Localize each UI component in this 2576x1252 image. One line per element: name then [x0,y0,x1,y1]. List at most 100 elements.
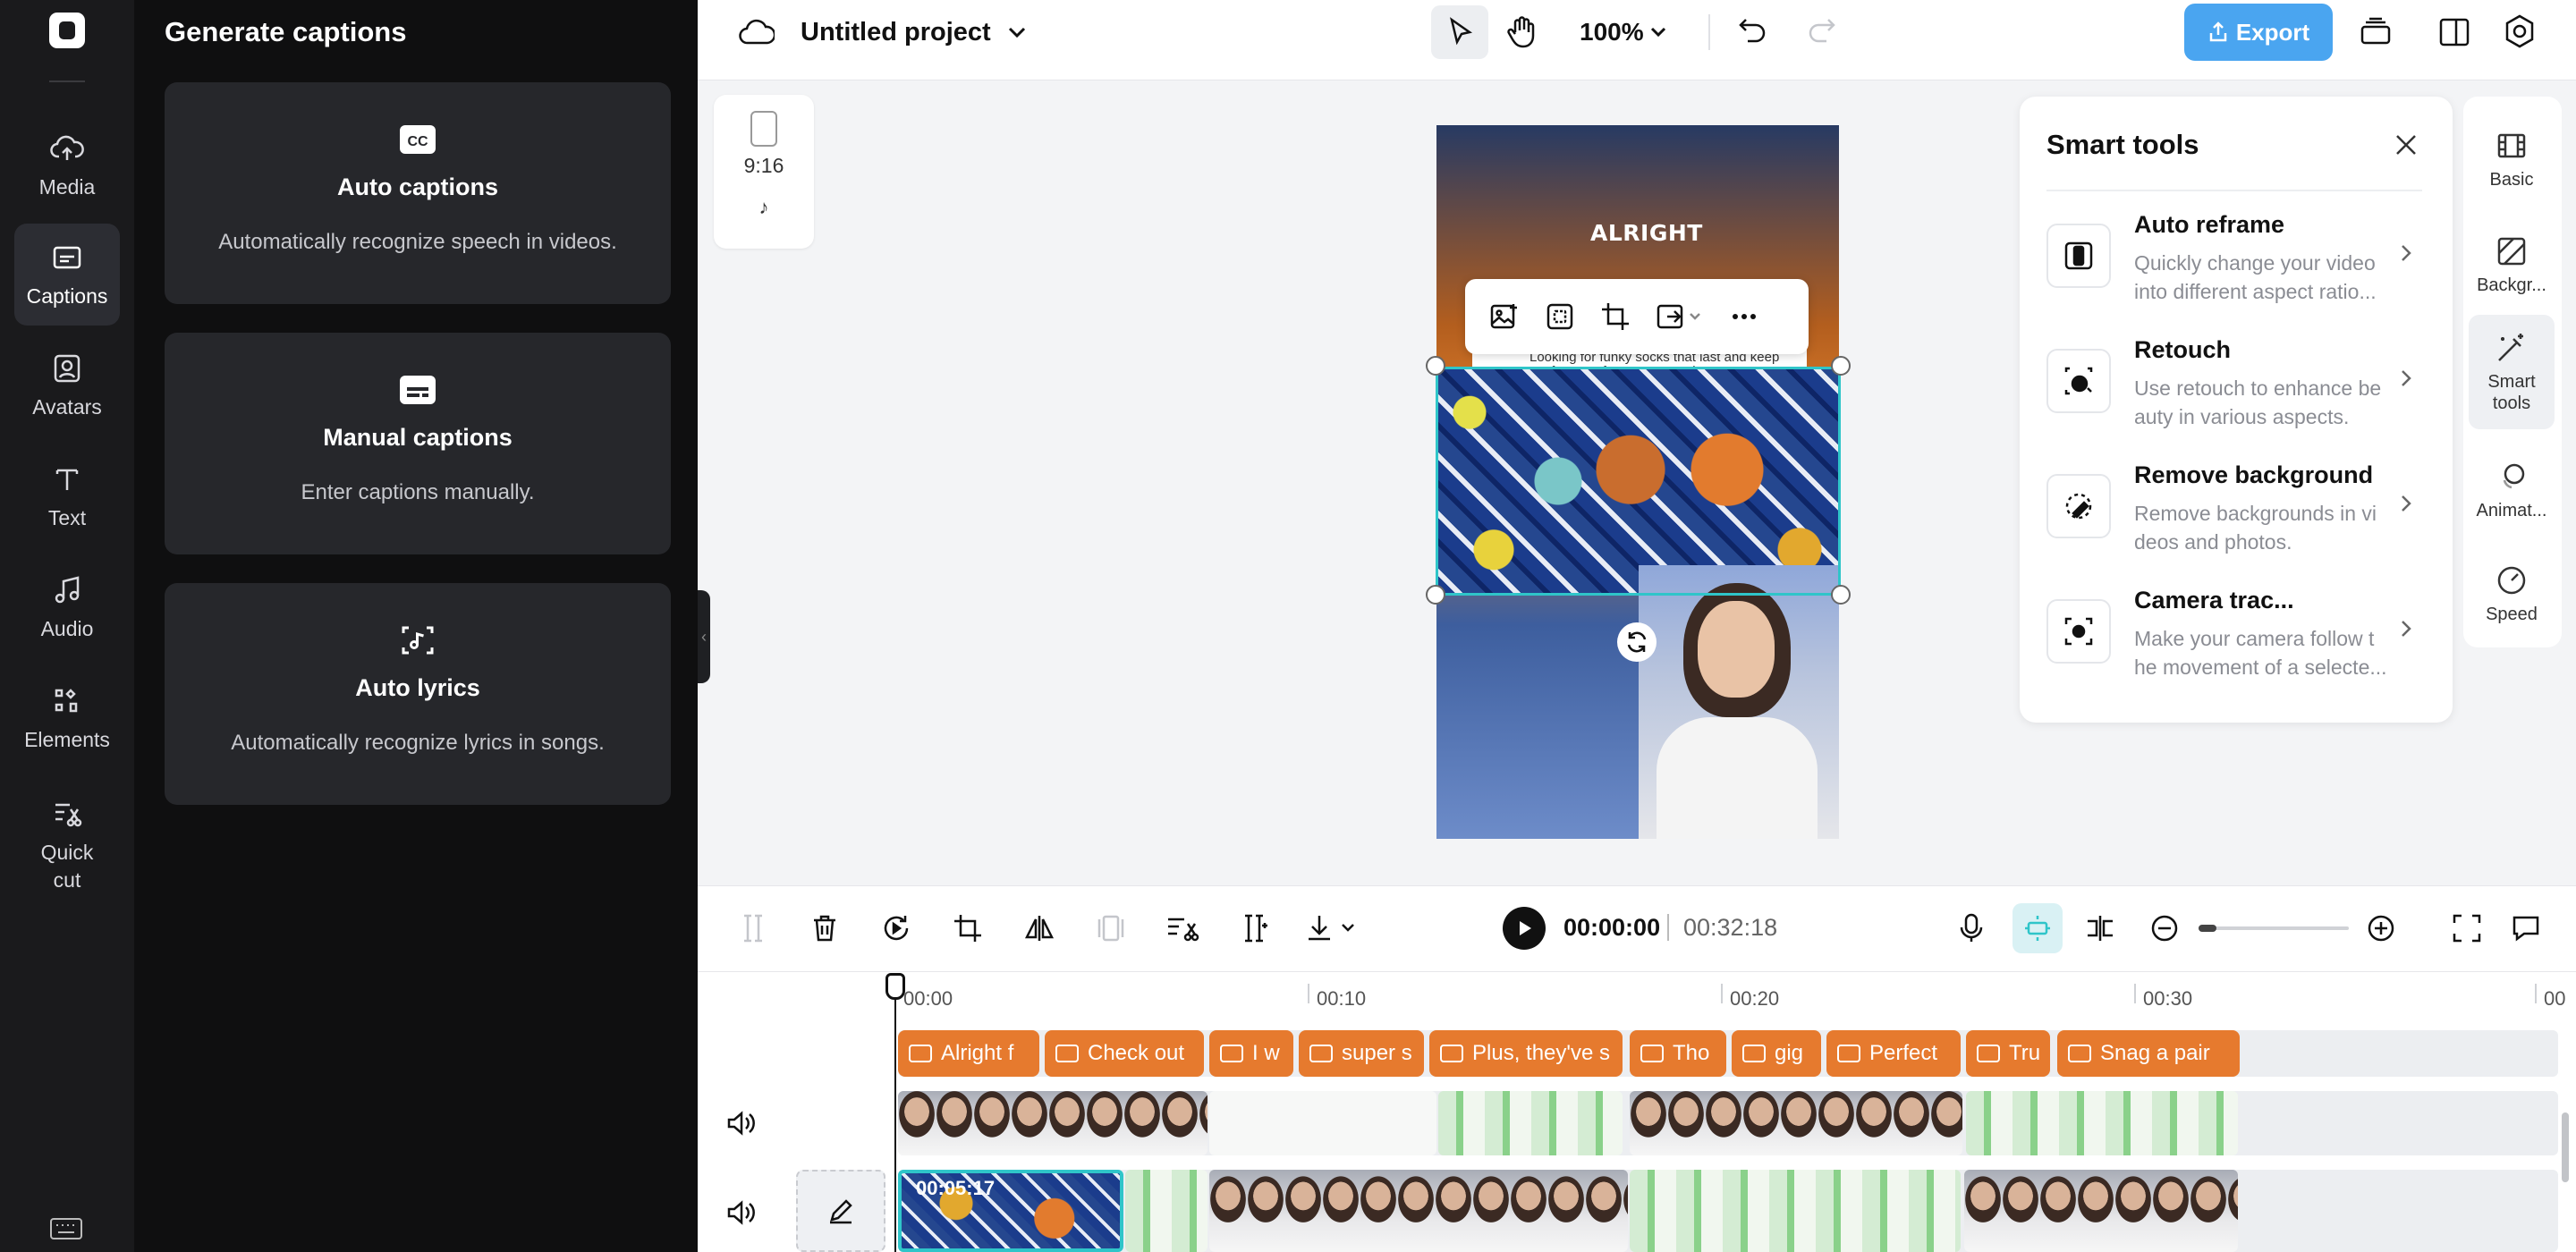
magnet-snap-button[interactable] [2012,903,2063,953]
play-button[interactable] [1503,907,1546,950]
crop-clip-button[interactable] [946,907,989,950]
select-tool-button[interactable] [1431,5,1488,59]
ruler-tick [2134,984,2136,1003]
rail-tab-basic[interactable]: Basic [2469,107,2555,211]
delete-button[interactable] [803,907,846,950]
video-clip[interactable] [1964,1170,2238,1252]
keyboard-icon[interactable] [49,1216,83,1241]
timeline-scrollbar[interactable] [2562,1112,2569,1182]
rail-item-text[interactable]: Text [14,445,120,547]
fit-timeline-button[interactable] [2445,907,2488,950]
video-clip[interactable] [1209,1170,1628,1252]
panel-layout-icon[interactable] [2436,14,2472,50]
track-volume-icon[interactable] [724,1107,757,1139]
video-clip[interactable] [1630,1091,1962,1155]
replace-media-dropdown[interactable] [1653,299,1707,334]
split-screen-button[interactable] [2079,907,2122,950]
rail-item-avatars[interactable]: Avatars [14,334,120,436]
video-clip[interactable] [1125,1170,1208,1252]
resize-handle-top-left[interactable] [1426,356,1445,376]
chevron-down-icon[interactable] [1005,21,1029,43]
rail-item-captions[interactable]: Captions [14,224,120,326]
resize-handle-bottom-right[interactable] [1831,585,1851,605]
caption-clip[interactable]: Tru [1966,1030,2050,1077]
caption-clip[interactable]: Snag a pair [2057,1030,2240,1077]
rail-tab-speed[interactable]: Speed [2469,542,2555,646]
plus-circle-icon [2368,915,2394,942]
crop-button[interactable] [1597,299,1633,334]
flip-icon [1024,916,1055,941]
tool-camera-tracking[interactable]: Camera trac... Make your camera follow t… [2046,579,2431,694]
video-clip[interactable] [1630,1170,1961,1252]
export-button[interactable]: Export [2184,4,2333,61]
aspect-ratio-card[interactable]: 9:16 ♪ [714,95,814,249]
video-clip[interactable] [1209,1091,1436,1155]
zoom-level[interactable]: 100% [1580,18,1644,47]
rail-tab-animation[interactable]: Animat... [2469,438,2555,542]
resize-handle-top-right[interactable] [1831,356,1851,376]
caption-clip[interactable]: Plus, they've s [1429,1030,1623,1077]
caption-clip[interactable]: super s [1299,1030,1424,1077]
project-title[interactable]: Untitled project [801,18,991,47]
close-icon[interactable] [2390,129,2422,161]
comment-button[interactable] [2504,907,2547,950]
rail-tab-background[interactable]: Backgr... [2469,213,2555,317]
rotate-handle[interactable] [1617,622,1657,662]
smart-split-button[interactable] [1233,907,1275,950]
tool-retouch[interactable]: Retouch Use retouch to enhance be auty i… [2046,329,2431,444]
tool-remove-background[interactable]: Remove background Remove backgrounds in … [2046,454,2431,569]
auto-lyrics-card[interactable]: Auto lyrics Automatically recognize lyri… [165,583,671,805]
cloud-sync-icon[interactable] [739,16,775,48]
layers-stack-icon[interactable] [2358,14,2394,50]
redo-icon[interactable] [1803,13,1839,48]
image-plus-icon [1490,304,1517,329]
caption-clip[interactable]: Alright f [898,1030,1039,1077]
zoom-in-button[interactable] [2360,907,2402,950]
collapse-panel-handle[interactable]: ‹ [698,590,710,683]
more-options-button[interactable] [1726,299,1762,334]
card-title: Manual captions [323,424,513,451]
quick-cut-button[interactable] [1161,907,1204,950]
rail-item-quick-cut[interactable]: Quick cut [14,787,120,903]
caption-text: Check out [1088,1041,1185,1065]
zoom-dropdown-chevron-icon[interactable] [1648,21,1669,43]
video-clip[interactable] [1966,1091,2238,1155]
replay-speed-button[interactable] [875,907,918,950]
replace-image-button[interactable] [1487,299,1522,334]
resize-handle-bottom-left[interactable] [1426,585,1445,605]
settings-gear-icon[interactable] [2501,13,2538,50]
auto-captions-card[interactable]: CC Auto captions Automatically recognize… [165,82,671,304]
rail-item-audio[interactable]: Audio [14,556,120,658]
hand-tool-button[interactable] [1496,5,1549,59]
track-volume-icon[interactable] [724,1197,757,1229]
edit-cover-button[interactable] [796,1170,886,1252]
flip-button[interactable] [1018,907,1061,950]
split-button[interactable] [732,907,775,950]
caption-clip[interactable]: Perfect [1826,1030,1961,1077]
timeline-zoom-slider[interactable] [2199,925,2349,932]
caption-clip[interactable]: Check out [1045,1030,1204,1077]
manual-captions-card[interactable]: Manual captions Enter captions manually. [165,333,671,554]
rail-tab-smart-tools[interactable]: Smart tools [2469,315,2555,429]
undo-icon[interactable] [1735,13,1771,48]
playhead-handle[interactable] [886,973,905,1000]
caption-clip[interactable]: Tho [1630,1030,1726,1077]
rail-item-media[interactable]: Media [14,114,120,216]
ruler-label: 00:30 [2143,987,2193,1010]
video-clip[interactable] [898,1091,1208,1155]
zoom-out-button[interactable] [2143,907,2186,950]
speed-icon [2497,566,2526,595]
smart-crop-button[interactable] [1542,299,1578,334]
caption-clip[interactable]: gig [1732,1030,1821,1077]
rail-item-elements[interactable]: Elements [14,667,120,769]
record-voiceover-button[interactable] [1950,907,1993,950]
download-icon [1309,916,1354,941]
freeze-frame-button[interactable] [1089,907,1132,950]
video-clip[interactable] [1438,1091,1623,1155]
app-logo[interactable] [49,13,85,48]
caption-clip[interactable]: I w [1209,1030,1293,1077]
captions-icon [53,246,81,268]
download-dropdown[interactable] [1302,907,1367,950]
tool-auto-reframe[interactable]: Auto reframe Quickly change your video i… [2046,204,2431,318]
slider-knob[interactable] [2199,925,2216,932]
